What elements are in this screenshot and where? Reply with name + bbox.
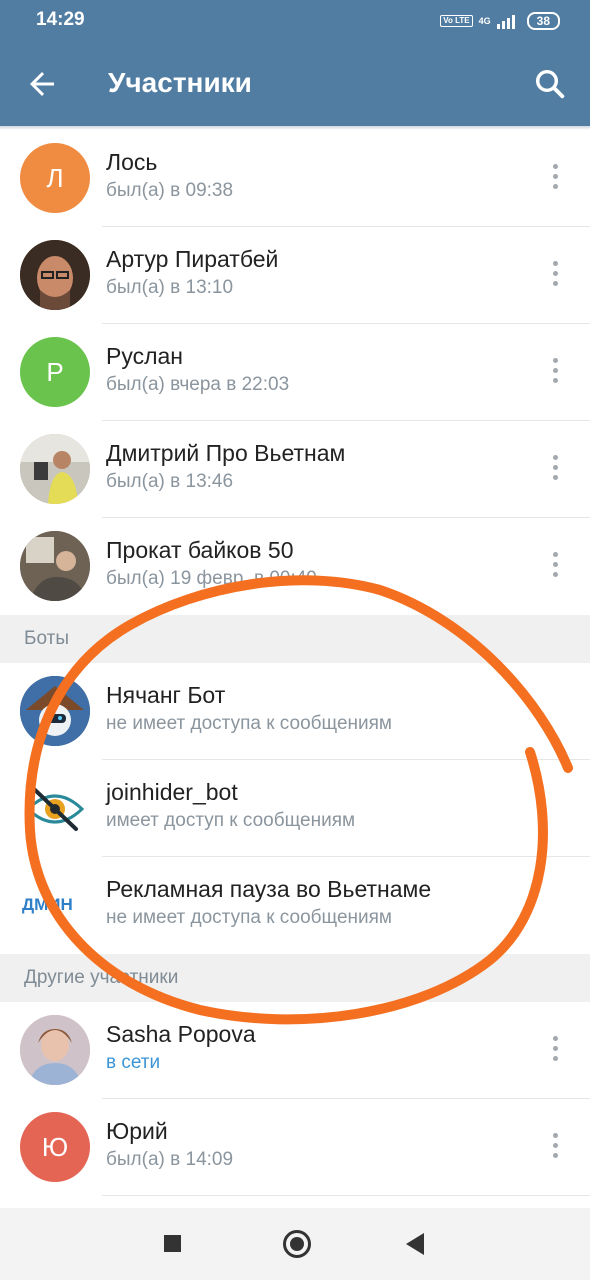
- system-icons: Vo LTE 4G 38: [440, 12, 560, 30]
- robot-icon: [20, 676, 90, 746]
- bot-name: Рекламная пауза во Вьетнаме: [106, 876, 432, 902]
- member-row[interactable]: Sasha Popova в сети: [0, 1002, 590, 1099]
- member-row[interactable]: Прокат байков 50 был(а) 19 февр. в 00:49: [0, 518, 590, 615]
- bot-name: joinhider_bot: [106, 779, 238, 805]
- avatar: ДМИН: [20, 870, 90, 940]
- battery-icon: 38: [526, 12, 560, 30]
- section-header-bots: Боты: [0, 615, 590, 663]
- arrow-left-icon[interactable]: [24, 66, 60, 102]
- member-name: Юрий: [106, 1118, 168, 1144]
- avatar-photo: [20, 240, 90, 310]
- member-status-online: в сети: [106, 1052, 161, 1073]
- avatar: [20, 240, 90, 310]
- signal-icon: [496, 13, 515, 29]
- status-time: 14:29: [36, 9, 85, 30]
- member-name: Лось: [106, 149, 158, 175]
- avatar: [20, 434, 90, 504]
- circle-icon[interactable]: [283, 1230, 311, 1258]
- member-status: был(а) в 13:10: [106, 277, 234, 298]
- network-type: 4G: [478, 16, 491, 26]
- member-status: был(а) в 09:38: [106, 180, 234, 201]
- members-list: Л Лось был(а) в 09:38 Артур Пиратбей был…: [0, 130, 590, 1216]
- more-vertical-icon[interactable]: [550, 164, 560, 192]
- bot-row[interactable]: joinhider_bot имеет доступ к сообщениям: [0, 760, 590, 857]
- member-name: Руслан: [106, 343, 183, 369]
- avatar-letter: Л: [46, 162, 64, 193]
- search-icon[interactable]: [532, 66, 568, 102]
- member-status: был(а) в 13:46: [106, 471, 234, 492]
- system-nav-bar: [0, 1208, 590, 1280]
- status-bar: 14:29 Vo LTE 4G 38: [0, 0, 590, 42]
- bot-access-status: не имеет доступа к сообщениям: [106, 713, 392, 734]
- avatar-photo: [20, 531, 90, 601]
- avatar: [20, 531, 90, 601]
- more-vertical-icon[interactable]: [550, 261, 560, 289]
- more-vertical-icon[interactable]: [550, 552, 560, 580]
- bot-access-status: имеет доступ к сообщениям: [106, 810, 356, 831]
- member-status: был(а) 19 февр. в 00:49: [106, 568, 317, 589]
- app-bar: Участники: [0, 42, 590, 126]
- avatar-photo: [20, 434, 90, 504]
- avatar: Л: [20, 143, 90, 213]
- member-row[interactable]: Дмитрий Про Вьетнам был(а) в 13:46: [0, 421, 590, 518]
- more-vertical-icon[interactable]: [550, 455, 560, 483]
- more-vertical-icon[interactable]: [550, 1036, 560, 1064]
- member-status: был(а) в 14:09: [106, 1149, 234, 1170]
- bot-row[interactable]: Нячанг Бот не имеет доступа к сообщениям: [0, 663, 590, 760]
- bot-name: Нячанг Бот: [106, 682, 226, 708]
- square-icon[interactable]: [164, 1235, 181, 1252]
- member-row[interactable]: Л Лось был(а) в 09:38: [0, 130, 590, 227]
- member-name: Артур Пиратбей: [106, 246, 279, 272]
- avatar: [20, 1015, 90, 1085]
- avatar-letter: Ю: [41, 1131, 69, 1162]
- bot-access-status: не имеет доступа к сообщениям: [106, 907, 392, 928]
- member-row[interactable]: Артур Пиратбей был(а) в 13:10: [0, 227, 590, 324]
- member-status: был(а) вчера в 22:03: [106, 374, 290, 395]
- volte-icon: Vo LTE: [440, 15, 473, 27]
- avatar-letter: Р: [46, 356, 64, 387]
- member-row[interactable]: Р Руслан был(а) вчера в 22:03: [0, 324, 590, 421]
- avatar-text: ДМИН: [22, 895, 73, 914]
- member-name: Прокат байков 50: [106, 537, 294, 563]
- member-name: Дмитрий Про Вьетнам: [106, 440, 346, 466]
- section-header-other-members: Другие участники: [0, 954, 590, 1002]
- avatar: Р: [20, 337, 90, 407]
- member-name: Sasha Popova: [106, 1021, 256, 1047]
- member-row[interactable]: Ю Юрий был(а) в 14:09: [0, 1099, 590, 1196]
- triangle-back-icon[interactable]: [406, 1233, 424, 1255]
- page-title: Участники: [108, 67, 252, 98]
- eye-slash-icon: [20, 773, 90, 843]
- bot-row[interactable]: ДМИН Рекламная пауза во Вьетнаме не имее…: [0, 857, 590, 954]
- avatar-photo: [20, 1015, 90, 1085]
- more-vertical-icon[interactable]: [550, 1133, 560, 1161]
- avatar: Ю: [20, 1112, 90, 1182]
- more-vertical-icon[interactable]: [550, 358, 560, 386]
